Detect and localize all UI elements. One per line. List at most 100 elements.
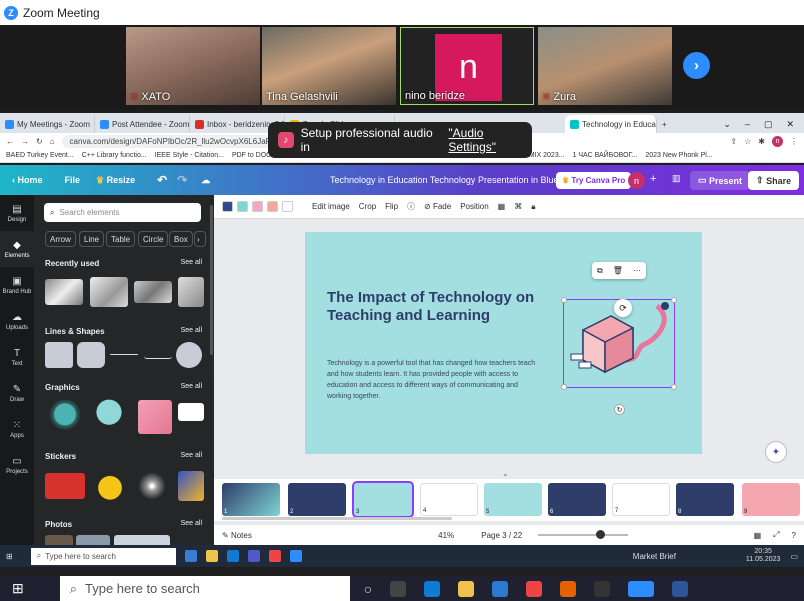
recent-element[interactable] xyxy=(134,281,172,303)
task-view-icon[interactable] xyxy=(390,580,407,597)
rail-item-text[interactable]: T Text xyxy=(0,339,34,375)
notifications-icon[interactable]: ▭ xyxy=(790,552,798,561)
sticker-graphic[interactable] xyxy=(178,403,204,421)
fullscreen-icon[interactable]: ⤢ xyxy=(773,530,779,540)
participant-tile[interactable]: ✕ Zura xyxy=(538,27,672,105)
rail-item-apps[interactable]: ⁙ Apps xyxy=(0,411,34,447)
taskbar-search[interactable]: ⌕ Type here to search xyxy=(30,547,176,565)
chip-box[interactable]: Box xyxy=(169,231,193,247)
cloud-sync-icon[interactable]: ☁ xyxy=(201,175,210,186)
app-icon[interactable] xyxy=(184,550,197,562)
minimize-icon[interactable]: – xyxy=(745,119,750,129)
color-swatch[interactable] xyxy=(252,201,263,212)
recent-element[interactable] xyxy=(178,277,204,307)
sparkle-sticker[interactable] xyxy=(134,469,170,503)
bookmark[interactable]: IEEE Style - Citation... xyxy=(155,152,224,159)
edge-icon[interactable] xyxy=(226,550,239,562)
paint-roller-icon[interactable]: ⌘ xyxy=(514,202,522,211)
bookmark[interactable]: 2023 New Phonk Pl... xyxy=(645,152,712,159)
participant-tile-active[interactable]: n nino beridze xyxy=(400,27,534,105)
chevron-right-icon[interactable]: › xyxy=(194,231,206,247)
page-thumbnail[interactable]: 4 xyxy=(420,483,478,516)
participant-tile[interactable]: Tina Gelashvili xyxy=(262,27,396,105)
circle-shape[interactable] xyxy=(176,342,202,368)
undo-icon[interactable]: ↶ xyxy=(157,173,167,187)
home-button[interactable]: ‹ Home xyxy=(12,175,43,185)
document-title[interactable]: Technology in Education Technology Prese… xyxy=(330,175,573,185)
resize-handle[interactable] xyxy=(561,384,567,390)
firefox-icon[interactable] xyxy=(560,580,577,597)
store-icon[interactable] xyxy=(594,580,611,597)
fade-button[interactable]: ⊘ Fade xyxy=(424,202,451,211)
lock-icon[interactable]: 🔒︎ xyxy=(531,202,535,212)
rail-item-uploads[interactable]: ☁ Uploads xyxy=(0,303,34,339)
file-menu-button[interactable]: File xyxy=(65,175,81,185)
color-swatch[interactable] xyxy=(267,201,278,212)
close-icon[interactable]: ✕ xyxy=(786,119,794,130)
notes-button[interactable]: ✎ Notes xyxy=(222,531,252,540)
slide-title[interactable]: The Impact of Technology on Teaching and… xyxy=(327,289,537,325)
page-thumbnail-current[interactable]: 3 xyxy=(352,481,414,518)
line-shape[interactable] xyxy=(110,354,138,355)
redo-icon[interactable]: ↷ xyxy=(177,173,187,187)
word-icon[interactable] xyxy=(672,580,689,597)
share-button[interactable]: ⇧ Share xyxy=(748,171,800,190)
try-canva-pro-button[interactable]: ♛ Try Canva Pro xyxy=(556,172,632,189)
mail-icon[interactable] xyxy=(492,580,509,597)
edge-icon[interactable] xyxy=(424,580,441,597)
magic-assistant-icon[interactable]: ✦ xyxy=(765,441,787,463)
see-all-link[interactable]: See all xyxy=(181,520,202,529)
zoom-slider-thumb[interactable] xyxy=(596,530,606,539)
rail-item-draw[interactable]: ✎ Draw xyxy=(0,375,34,411)
edit-image-button[interactable]: Edit image xyxy=(312,202,350,211)
see-all-link[interactable]: See all xyxy=(181,327,202,336)
more-options-icon[interactable]: ⋯ xyxy=(633,266,641,275)
chip-table[interactable]: Table xyxy=(106,231,136,247)
delete-icon[interactable]: 🗑︎ xyxy=(613,266,623,275)
page-indicator[interactable]: Page 3 / 22 xyxy=(481,531,522,540)
file-explorer-icon[interactable] xyxy=(458,580,475,597)
square-shape[interactable] xyxy=(45,342,73,368)
slide-canvas[interactable]: The Impact of Technology on Teaching and… xyxy=(305,232,702,454)
maximize-icon[interactable]: ▢ xyxy=(764,119,773,130)
resize-handle[interactable] xyxy=(561,297,567,303)
page-thumbnail[interactable]: 7 xyxy=(612,483,670,516)
windows-start-icon[interactable]: ⊞ xyxy=(12,580,24,597)
photo-thumb[interactable] xyxy=(76,535,110,545)
zoom-icon[interactable] xyxy=(289,550,302,562)
photo-thumb[interactable] xyxy=(114,535,170,545)
rail-item-projects[interactable]: ▭ Projects xyxy=(0,447,34,483)
resize-button[interactable]: ♛ Resize xyxy=(96,175,135,186)
search-input[interactable]: ⌕ Search elements xyxy=(44,203,201,222)
rounded-square-shape[interactable] xyxy=(77,342,105,368)
valentines-sticker[interactable] xyxy=(45,473,85,499)
thumbnail-scrollbar[interactable] xyxy=(222,517,452,520)
chip-arrow[interactable]: Arrow xyxy=(45,231,76,247)
next-participants-button[interactable]: › xyxy=(683,52,710,79)
slide-body-text[interactable]: Technology is a powerful tool that has c… xyxy=(327,358,537,402)
chip-circle[interactable]: Circle xyxy=(138,231,169,247)
position-button[interactable]: Position xyxy=(460,202,488,211)
see-all-link[interactable]: See all xyxy=(181,452,202,461)
bookmark[interactable]: BAED Turkey Event... xyxy=(6,152,74,159)
grid-view-icon[interactable]: ▦ xyxy=(754,531,762,540)
duplicate-icon[interactable]: ⧉ xyxy=(597,266,603,276)
menu-kebab-icon[interactable]: ⋮ xyxy=(790,137,798,146)
participant-tile[interactable]: ✕ XATO xyxy=(126,27,260,105)
browser-tab[interactable]: My Meetings - Zoom xyxy=(0,115,95,133)
transparency-icon[interactable]: ▦ xyxy=(498,202,506,211)
help-icon[interactable]: ? xyxy=(792,531,796,540)
refresh-icon[interactable]: ⟳ xyxy=(614,299,632,317)
rotate-handle-icon[interactable]: ↻ xyxy=(614,404,625,415)
teams-icon[interactable] xyxy=(247,550,260,562)
page-thumbnail[interactable]: 1 xyxy=(222,483,280,516)
pointing-hand-sticker[interactable] xyxy=(94,468,126,504)
add-collaborator-icon[interactable]: + xyxy=(650,173,656,185)
bookmark-star-icon[interactable]: ☆ xyxy=(744,137,751,146)
taskbar-search[interactable]: ⌕ Type here to search xyxy=(59,576,350,601)
file-explorer-icon[interactable] xyxy=(205,550,218,562)
weather-widget[interactable]: Market Brief xyxy=(633,552,676,561)
page-thumbnail[interactable]: 5 xyxy=(484,483,542,516)
audio-settings-link[interactable]: "Audio Settings" xyxy=(448,126,532,154)
chevron-down-icon[interactable]: ⌄ xyxy=(502,469,509,478)
